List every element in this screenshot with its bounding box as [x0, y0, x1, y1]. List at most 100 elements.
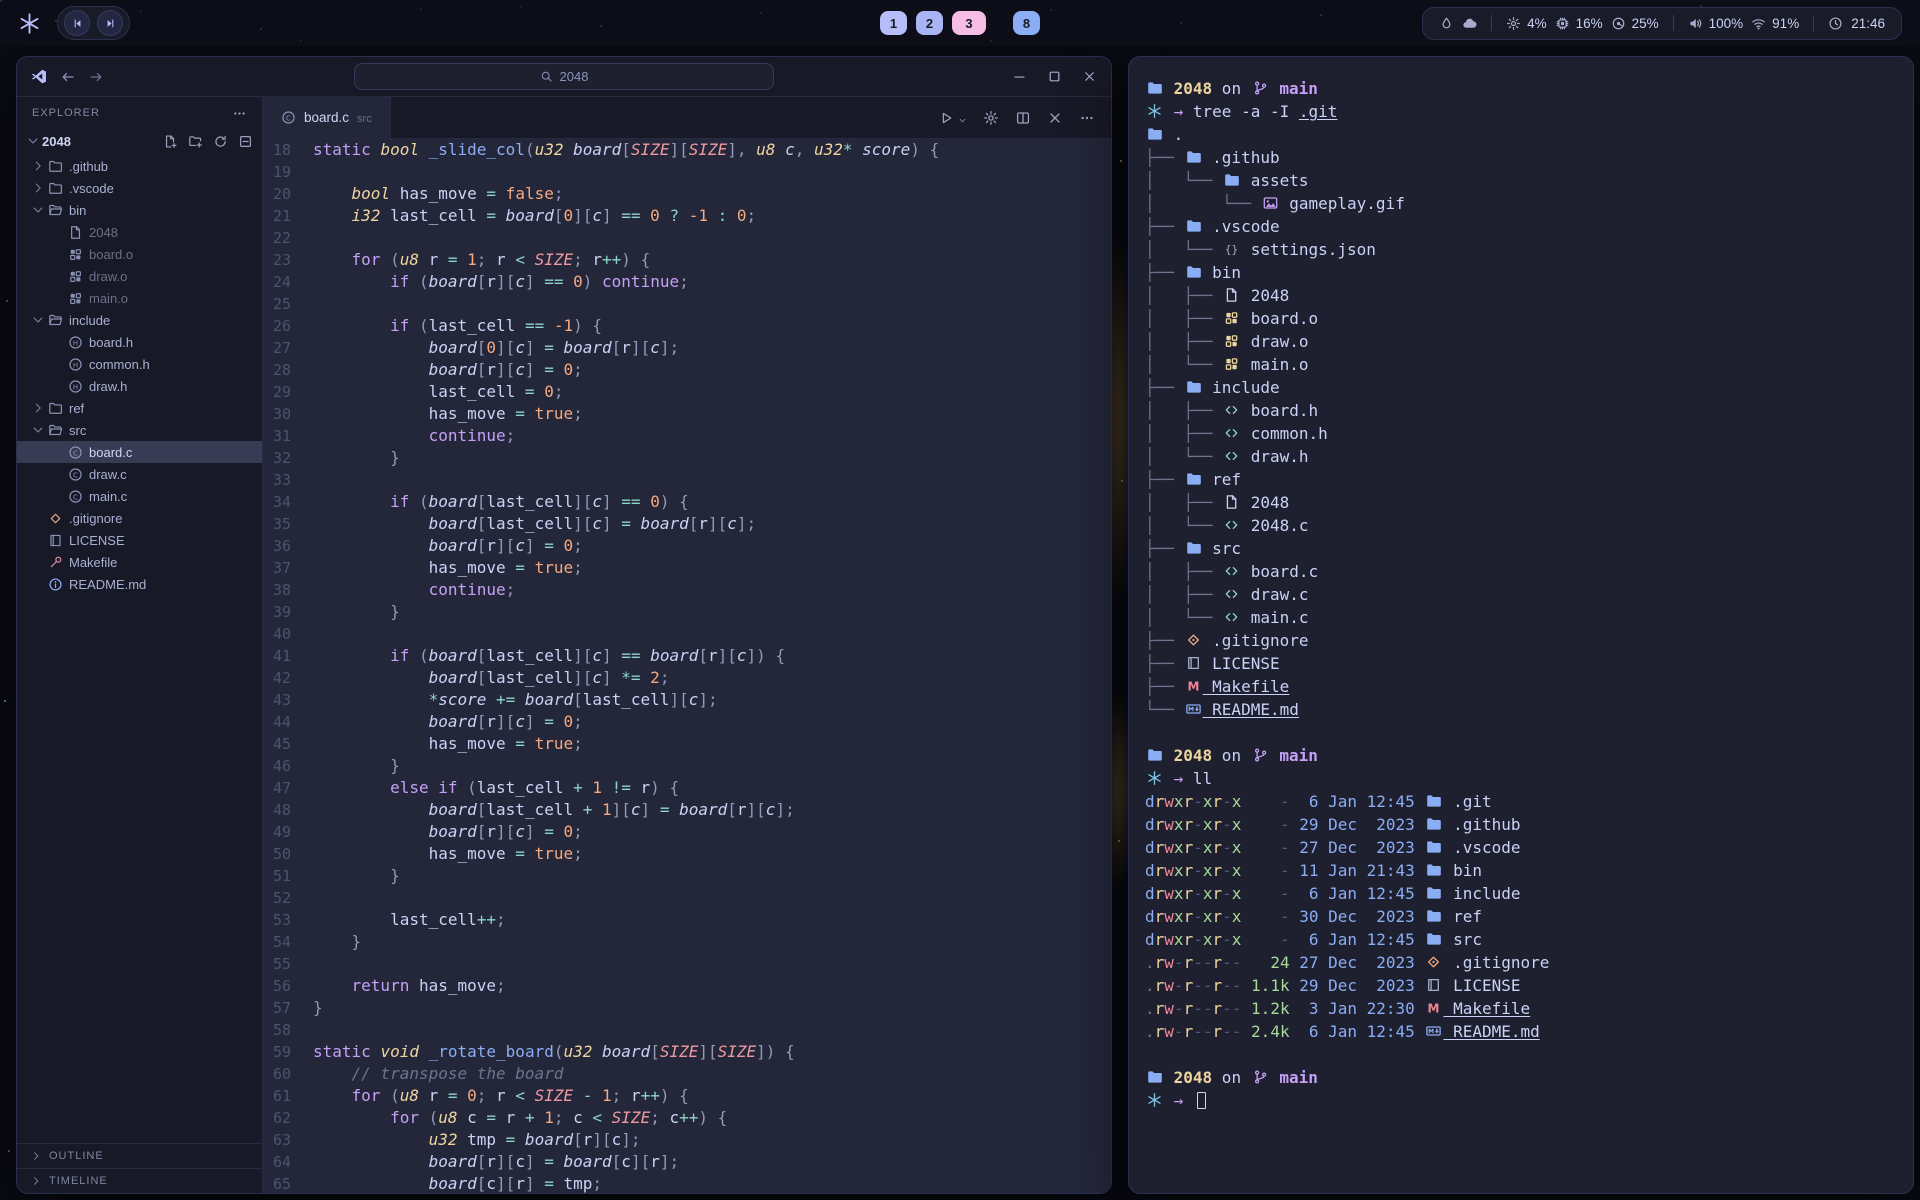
command-center-search[interactable]: 2048: [354, 63, 774, 90]
code-line-38[interactable]: 38 continue;: [263, 579, 1111, 601]
code-line-36[interactable]: 36 board[r][c] = 0;: [263, 535, 1111, 557]
code-line-64[interactable]: 64 board[r][c] = board[c][r];: [263, 1151, 1111, 1173]
code-line-56[interactable]: 56 return has_move;: [263, 975, 1111, 997]
maximize-icon[interactable]: [1047, 69, 1062, 84]
code-line-54[interactable]: 54 }: [263, 931, 1111, 953]
terminal-window[interactable]: 2048 on main → tree -a -I .git .├── .git…: [1128, 56, 1914, 1194]
explorer-item-.vscode[interactable]: .vscode: [17, 177, 262, 199]
workspace-3[interactable]: 3: [952, 11, 986, 35]
code-line-61[interactable]: 61 for (u8 r = 0; r < SIZE - 1; r++) {: [263, 1085, 1111, 1107]
explorer-item-draw.c[interactable]: Cdraw.c: [17, 463, 262, 485]
code-line-49[interactable]: 49 board[r][c] = 0;: [263, 821, 1111, 843]
code-line-32[interactable]: 32 }: [263, 447, 1111, 469]
code-line-24[interactable]: 24 if (board[r][c] == 0) continue;: [263, 271, 1111, 293]
code-line-57[interactable]: 57}: [263, 997, 1111, 1019]
code-line-20[interactable]: 20 bool has_move = false;: [263, 183, 1111, 205]
clock-widget[interactable]: 21:46: [1814, 8, 1899, 39]
code-line-51[interactable]: 51 }: [263, 865, 1111, 887]
code-line-22[interactable]: 22: [263, 227, 1111, 249]
weather-widget[interactable]: [1425, 8, 1491, 39]
code-line-35[interactable]: 35 board[last_cell][c] = board[r][c];: [263, 513, 1111, 535]
explorer-item-include[interactable]: include: [17, 309, 262, 331]
stat-gear[interactable]: 4%: [1506, 16, 1547, 31]
workspace-2[interactable]: 2: [916, 11, 943, 35]
workspace-1[interactable]: 1: [880, 11, 907, 35]
explorer-more-icon[interactable]: [232, 106, 247, 121]
explorer-item-bin[interactable]: bin: [17, 199, 262, 221]
code-line-47[interactable]: 47 else if (last_cell + 1 != r) {: [263, 777, 1111, 799]
code-line-18[interactable]: 18static bool _slide_col(u32 board[SIZE]…: [263, 139, 1111, 161]
nav-back-icon[interactable]: [60, 69, 76, 85]
code-line-65[interactable]: 65 board[c][r] = tmp;: [263, 1173, 1111, 1193]
code-line-29[interactable]: 29 last_cell = 0;: [263, 381, 1111, 403]
skip-next-button[interactable]: [97, 10, 123, 36]
run-dropdown-icon[interactable]: [958, 116, 967, 125]
explorer-item-board.o[interactable]: board.o: [17, 243, 262, 265]
gear-icon[interactable]: [983, 110, 999, 126]
more-actions-icon[interactable]: [1079, 110, 1095, 126]
run-button-icon[interactable]: [938, 110, 954, 126]
code-line-60[interactable]: 60 // transpose the board: [263, 1063, 1111, 1085]
code-line-30[interactable]: 30 has_move = true;: [263, 403, 1111, 425]
explorer-item-ref[interactable]: ref: [17, 397, 262, 419]
code-line-59[interactable]: 59static void _rotate_board(u32 board[SI…: [263, 1041, 1111, 1063]
code-line-40[interactable]: 40: [263, 623, 1111, 645]
stat-speaker[interactable]: 100%: [1688, 16, 1744, 31]
code-line-46[interactable]: 46 }: [263, 755, 1111, 777]
explorer-item-main.o[interactable]: main.o: [17, 287, 262, 309]
stat-chip[interactable]: 16%: [1555, 16, 1603, 31]
code-line-48[interactable]: 48 board[last_cell + 1][c] = board[r][c]…: [263, 799, 1111, 821]
code-line-50[interactable]: 50 has_move = true;: [263, 843, 1111, 865]
code-line-34[interactable]: 34 if (board[last_cell][c] == 0) {: [263, 491, 1111, 513]
code-line-58[interactable]: 58: [263, 1019, 1111, 1041]
code-line-63[interactable]: 63 u32 tmp = board[r][c];: [263, 1129, 1111, 1151]
stat-wifi[interactable]: 91%: [1751, 16, 1799, 31]
code-line-53[interactable]: 53 last_cell++;: [263, 909, 1111, 931]
code-line-27[interactable]: 27 board[0][c] = board[r][c];: [263, 337, 1111, 359]
split-editor-icon[interactable]: [1015, 110, 1031, 126]
minimize-icon[interactable]: [1012, 69, 1027, 84]
code-line-23[interactable]: 23 for (u8 r = 1; r < SIZE; r++) {: [263, 249, 1111, 271]
workspace-8[interactable]: 8: [1013, 11, 1040, 35]
close-editor-icon[interactable]: [1047, 110, 1063, 126]
explorer-item-README.md[interactable]: README.md: [17, 573, 262, 595]
new-folder-icon[interactable]: [188, 134, 203, 149]
code-line-62[interactable]: 62 for (u8 c = r + 1; c < SIZE; c++) {: [263, 1107, 1111, 1129]
code-line-39[interactable]: 39 }: [263, 601, 1111, 623]
explorer-item-LICENSE[interactable]: LICENSE: [17, 529, 262, 551]
code-line-44[interactable]: 44 board[r][c] = 0;: [263, 711, 1111, 733]
explorer-item-board.h[interactable]: Hboard.h: [17, 331, 262, 353]
code-line-19[interactable]: 19: [263, 161, 1111, 183]
stat-disk[interactable]: 25%: [1611, 16, 1659, 31]
code-line-55[interactable]: 55: [263, 953, 1111, 975]
close-icon[interactable]: [1082, 69, 1097, 84]
code-line-26[interactable]: 26 if (last_cell == -1) {: [263, 315, 1111, 337]
code-line-21[interactable]: 21 i32 last_cell = board[0][c] == 0 ? -1…: [263, 205, 1111, 227]
code-line-52[interactable]: 52: [263, 887, 1111, 909]
code-editor[interactable]: 18static bool _slide_col(u32 board[SIZE]…: [263, 139, 1111, 1193]
nav-forward-icon[interactable]: [88, 69, 104, 85]
code-line-42[interactable]: 42 board[last_cell][c] *= 2;: [263, 667, 1111, 689]
code-line-43[interactable]: 43 *score += board[last_cell][c];: [263, 689, 1111, 711]
collapse-all-icon[interactable]: [238, 134, 253, 149]
refresh-icon[interactable]: [213, 134, 228, 149]
skip-prev-button[interactable]: [64, 10, 90, 36]
explorer-item-.gitignore[interactable]: .gitignore: [17, 507, 262, 529]
explorer-item-draw.h[interactable]: Hdraw.h: [17, 375, 262, 397]
explorer-root[interactable]: 2048: [17, 129, 262, 153]
tab-board-c[interactable]: C board.c src: [263, 97, 391, 138]
code-line-33[interactable]: 33: [263, 469, 1111, 491]
explorer-item-src[interactable]: src: [17, 419, 262, 441]
explorer-item-.github[interactable]: .github: [17, 155, 262, 177]
code-line-41[interactable]: 41 if (board[last_cell][c] == board[r][c…: [263, 645, 1111, 667]
code-line-28[interactable]: 28 board[r][c] = 0;: [263, 359, 1111, 381]
code-line-25[interactable]: 25: [263, 293, 1111, 315]
explorer-item-board.c[interactable]: Cboard.c: [17, 441, 262, 463]
outline-section[interactable]: OUTLINE: [17, 1143, 262, 1168]
timeline-section[interactable]: TIMELINE: [17, 1168, 262, 1193]
explorer-item-2048[interactable]: 2048: [17, 221, 262, 243]
explorer-item-draw.o[interactable]: draw.o: [17, 265, 262, 287]
code-line-31[interactable]: 31 continue;: [263, 425, 1111, 447]
explorer-item-Makefile[interactable]: Makefile: [17, 551, 262, 573]
code-line-45[interactable]: 45 has_move = true;: [263, 733, 1111, 755]
